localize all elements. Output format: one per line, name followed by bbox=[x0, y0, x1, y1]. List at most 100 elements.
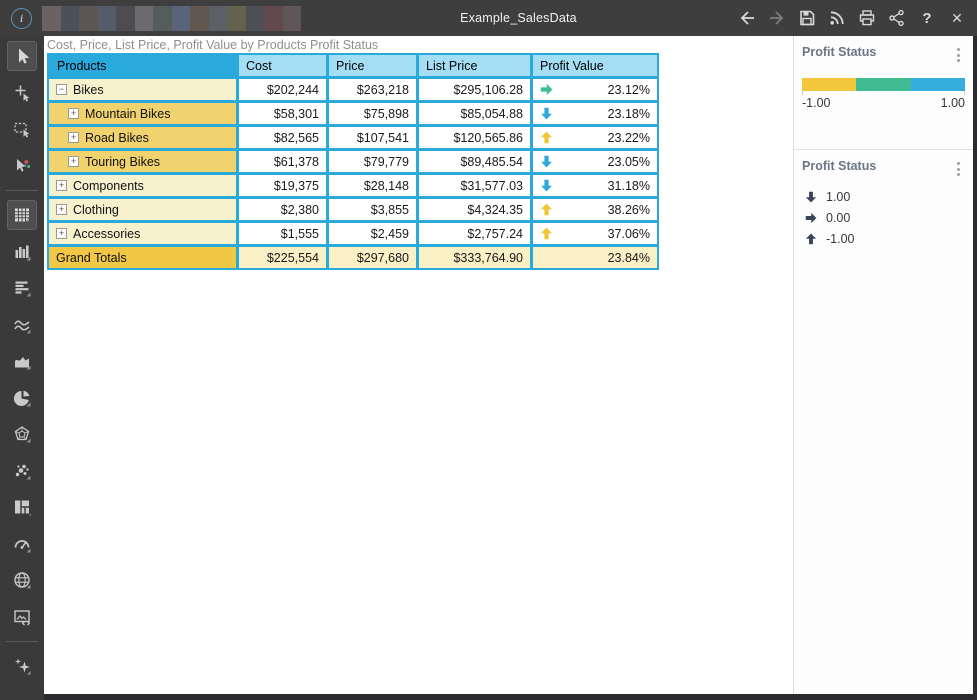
tool-play-select[interactable] bbox=[7, 151, 37, 181]
cell-price: $107,541 bbox=[329, 127, 416, 148]
redacted-block bbox=[264, 6, 283, 31]
info-icon[interactable]: i bbox=[11, 8, 32, 29]
expander-plus-icon[interactable]: + bbox=[56, 180, 67, 191]
kebab-menu-icon[interactable] bbox=[952, 159, 965, 179]
forward-button[interactable] bbox=[766, 7, 788, 29]
cell-profit-value: 38.26% bbox=[533, 199, 657, 220]
profit-value-text: 37.06% bbox=[608, 227, 650, 241]
cell-cost: $61,378 bbox=[239, 151, 326, 172]
cell-list-price: $89,485.54 bbox=[419, 151, 530, 172]
back-arrow-icon bbox=[737, 8, 757, 28]
tool-map[interactable] bbox=[7, 565, 37, 595]
tool-column-chart[interactable] bbox=[7, 237, 37, 267]
tool-radar-chart[interactable] bbox=[7, 419, 37, 449]
close-button[interactable]: ✕ bbox=[946, 7, 968, 29]
cell-cost: $2,380 bbox=[239, 199, 326, 220]
cell-cost: $58,301 bbox=[239, 103, 326, 124]
redacted-block bbox=[42, 6, 61, 31]
expander-plus-icon[interactable]: + bbox=[68, 108, 79, 119]
row-header-cell: −Bikes bbox=[49, 79, 236, 100]
cell-cost: $19,375 bbox=[239, 175, 326, 196]
tool-line-chart[interactable] bbox=[7, 310, 37, 340]
tool-select[interactable] bbox=[7, 41, 37, 71]
expander-plus-icon[interactable]: + bbox=[56, 228, 67, 239]
tool-scatter-chart[interactable] bbox=[7, 456, 37, 486]
status-arrow-down-icon bbox=[540, 107, 553, 120]
legend-segment-1 bbox=[856, 78, 910, 91]
print-button[interactable] bbox=[856, 7, 878, 29]
profit-value-text: 23.84% bbox=[608, 251, 650, 265]
cell-cost: $202,244 bbox=[239, 79, 326, 100]
titlebar-actions: ? ✕ bbox=[736, 7, 968, 29]
kebab-menu-icon[interactable] bbox=[952, 45, 965, 65]
profit-value-text: 23.05% bbox=[608, 155, 650, 169]
legend-item-value: 1.00 bbox=[826, 190, 850, 204]
legend-bar-ticks bbox=[802, 91, 965, 95]
cell-list-price: $4,324.35 bbox=[419, 199, 530, 220]
tool-bar-chart[interactable] bbox=[7, 273, 37, 303]
column-header-profit-value: Profit Value bbox=[533, 55, 657, 76]
cell-list-price: $333,764.90 bbox=[419, 247, 530, 268]
save-button[interactable] bbox=[796, 7, 818, 29]
tool-marquee-select[interactable] bbox=[7, 114, 37, 144]
expander-minus-icon[interactable]: − bbox=[56, 84, 67, 95]
status-arrow-down-icon bbox=[540, 155, 553, 168]
column-header-list-price: List Price bbox=[419, 55, 530, 76]
cursor-dots-icon bbox=[12, 156, 32, 176]
row-header-cell: + Components bbox=[49, 175, 236, 196]
tool-treemap[interactable] bbox=[7, 492, 37, 522]
cell-price: $3,855 bbox=[329, 199, 416, 220]
row-header-cell: +Accessories bbox=[49, 223, 236, 244]
status-arrow-right-icon bbox=[540, 83, 553, 96]
cell-price: $263,218 bbox=[329, 79, 416, 100]
scatter-chart-icon bbox=[12, 461, 32, 481]
expander-plus-icon[interactable]: + bbox=[68, 132, 79, 143]
cursor-icon bbox=[12, 46, 32, 66]
legend-card-header: Profit Status bbox=[802, 45, 965, 65]
row-label: Components bbox=[73, 179, 144, 193]
row-header-cell: +Mountain Bikes bbox=[49, 103, 236, 124]
tool-gauge[interactable] bbox=[7, 529, 37, 559]
grand-totals-header-cell: Grand Totals bbox=[49, 247, 236, 268]
legend-gradient-card: Profit Status -1.00 1.00 bbox=[794, 36, 973, 150]
redacted-block bbox=[116, 6, 135, 31]
legend-item: 1.00 bbox=[802, 190, 965, 204]
cell-price: $79,779 bbox=[329, 151, 416, 172]
tool-ai-assist[interactable] bbox=[7, 651, 37, 681]
tool-point-select[interactable] bbox=[7, 78, 37, 108]
expander-plus-icon[interactable]: + bbox=[68, 156, 79, 167]
pivot-widget-title: Cost, Price, List Price, Profit Value by… bbox=[47, 38, 378, 52]
share-button[interactable] bbox=[886, 7, 908, 29]
tool-image-widget[interactable] bbox=[7, 602, 37, 632]
redacted-block bbox=[190, 6, 209, 31]
cell-list-price: $2,757.24 bbox=[419, 223, 530, 244]
row-header-cell: +Clothing bbox=[49, 199, 236, 220]
tool-pie-chart[interactable] bbox=[7, 383, 37, 413]
cell-profit-value: 37.06% bbox=[533, 223, 657, 244]
redacted-block bbox=[283, 6, 302, 31]
back-button[interactable] bbox=[736, 7, 758, 29]
legend-segment-2 bbox=[911, 78, 965, 91]
expander-plus-icon[interactable]: + bbox=[56, 204, 67, 215]
cell-profit-value: 31.18% bbox=[533, 175, 657, 196]
profit-value-text: 23.22% bbox=[608, 131, 650, 145]
cell-price: $75,898 bbox=[329, 103, 416, 124]
legend-arrow-right-icon bbox=[805, 212, 817, 224]
tool-area-chart[interactable] bbox=[7, 346, 37, 376]
legend-gradient-bar bbox=[802, 78, 965, 91]
pivot-grid-widget[interactable]: Products Cost Price List Price Profit Va… bbox=[47, 53, 659, 270]
toolbox-sidebar bbox=[0, 36, 44, 700]
status-arrow-up-icon bbox=[540, 203, 553, 216]
row-header-cell: +Road Bikes bbox=[49, 127, 236, 148]
help-button[interactable]: ? bbox=[916, 7, 938, 29]
redacted-block bbox=[79, 6, 98, 31]
legend-arrow-items: 1.000.00-1.00 bbox=[802, 190, 965, 246]
cell-price: $297,680 bbox=[329, 247, 416, 268]
legend-card-header: Profit Status bbox=[802, 159, 965, 179]
grid-table-icon bbox=[12, 205, 32, 225]
forward-arrow-icon bbox=[767, 8, 787, 28]
preview-button[interactable] bbox=[826, 7, 848, 29]
tool-grid-widget[interactable] bbox=[7, 200, 37, 230]
design-canvas[interactable]: Cost, Price, List Price, Profit Value by… bbox=[44, 36, 793, 694]
legend-title: Profit Status bbox=[802, 159, 876, 173]
